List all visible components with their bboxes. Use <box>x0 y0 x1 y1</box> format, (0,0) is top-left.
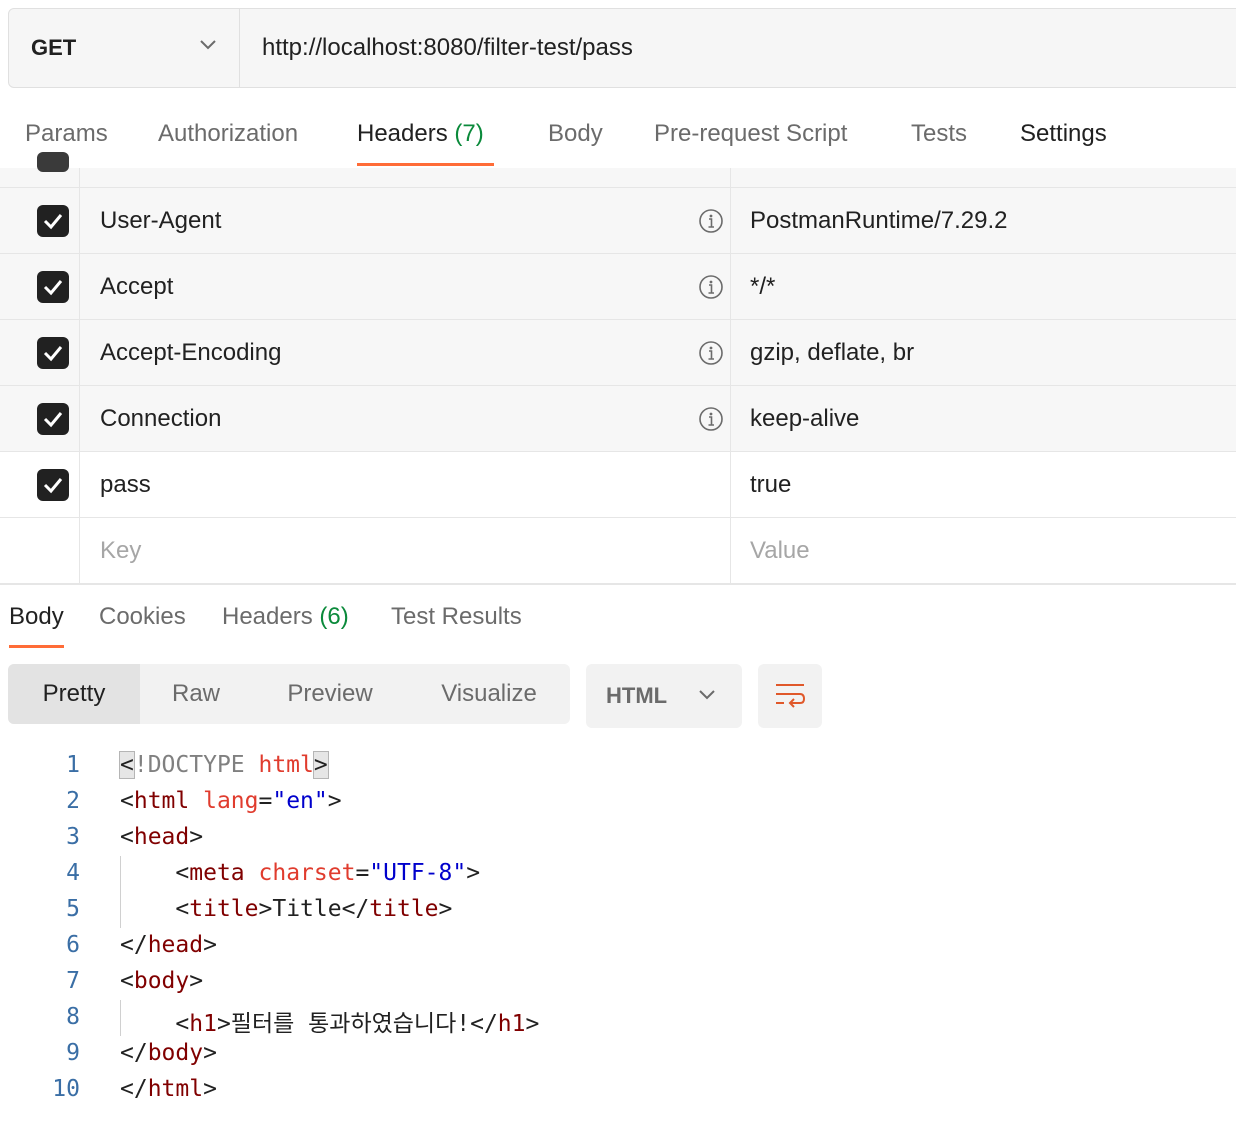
view-visualize[interactable]: Visualize <box>420 664 558 724</box>
code-line: 4 <meta charset="UTF-8"> <box>0 856 1236 892</box>
tab-body[interactable]: Body <box>548 120 603 148</box>
tab-response-headers[interactable]: Headers (6) <box>222 603 349 631</box>
header-key[interactable]: Accept-Encoding <box>100 320 281 385</box>
code-line: 6 </head> <box>0 928 1236 964</box>
header-enabled-checkbox[interactable] <box>37 469 69 501</box>
code-text: <h1>필터를 통과하였습니다!</h1> <box>120 1011 540 1037</box>
checkmark-icon <box>43 214 63 230</box>
code-text: <meta charset="UTF-8"> <box>120 860 481 886</box>
tab-response-body[interactable]: Body <box>9 603 64 648</box>
tab-headers-label: Headers <box>357 120 448 147</box>
table-row: Accept */* <box>0 254 1236 320</box>
header-key[interactable]: User-Agent <box>100 188 221 253</box>
line-number: 7 <box>66 968 80 994</box>
code-line: 2 <html lang="en"> <box>0 784 1236 820</box>
code-line: 9 </body> <box>0 1036 1236 1072</box>
new-key-input[interactable]: Key <box>100 518 141 583</box>
code-text: <html lang="en"> <box>120 788 342 814</box>
view-mode-switch: Pretty Raw Preview Visualize <box>8 664 570 724</box>
table-row: Connection keep-alive <box>0 386 1236 452</box>
code-text: <head> <box>120 824 204 850</box>
request-tabs: Params Authorization Headers (7) Body Pr… <box>0 108 1236 168</box>
table-row <box>0 152 1236 188</box>
tab-tests[interactable]: Tests <box>911 120 967 148</box>
info-icon[interactable] <box>698 274 724 300</box>
code-text: </html> <box>120 1076 217 1102</box>
request-url-bar: GET http://localhost:8080/filter-test/pa… <box>8 8 1236 88</box>
code-text: </body> <box>120 1040 217 1066</box>
code-text: <!DOCTYPE html> <box>119 751 329 779</box>
checkbox[interactable] <box>37 152 69 172</box>
code-line: 7 <body> <box>0 964 1236 1000</box>
line-number: 9 <box>66 1040 80 1066</box>
code-line: 8 <h1>필터를 통과하였습니다!</h1> <box>0 1000 1236 1037</box>
line-number: 5 <box>66 896 80 922</box>
code-line: 3 <head> <box>0 820 1236 856</box>
header-key[interactable]: Connection <box>100 386 221 451</box>
header-value[interactable]: */* <box>750 254 775 319</box>
code-text: <body> <box>120 968 204 994</box>
active-tab-indicator <box>357 163 494 166</box>
view-preview[interactable]: Preview <box>264 664 396 724</box>
header-value[interactable]: gzip, deflate, br <box>750 320 914 385</box>
response-tabs: Body Cookies Headers (6) Test Results <box>0 584 1236 655</box>
indent-guide <box>120 1000 121 1036</box>
url-input[interactable]: http://localhost:8080/filter-test/pass <box>240 9 633 87</box>
tab-authorization[interactable]: Authorization <box>158 120 298 148</box>
code-line: 1 <!DOCTYPE html> <box>0 748 1236 784</box>
code-text: </head> <box>120 932 217 958</box>
line-number: 2 <box>66 788 80 814</box>
line-number: 3 <box>66 824 80 850</box>
info-icon[interactable] <box>698 406 724 432</box>
checkmark-icon <box>43 478 63 494</box>
language-label: HTML <box>606 683 668 708</box>
line-number: 10 <box>52 1076 80 1102</box>
chevron-down-icon <box>200 40 216 50</box>
header-key[interactable]: Accept <box>100 254 173 319</box>
method-label: GET <box>31 35 77 60</box>
tab-headers-count: (7) <box>454 120 484 147</box>
header-value[interactable]: true <box>750 452 791 517</box>
header-enabled-checkbox[interactable] <box>37 271 69 303</box>
info-icon[interactable] <box>698 340 724 366</box>
checkmark-icon <box>43 412 63 428</box>
header-value[interactable]: PostmanRuntime/7.29.2 <box>750 188 1007 253</box>
checkmark-icon <box>43 346 63 362</box>
tab-test-results[interactable]: Test Results <box>391 603 522 631</box>
wrap-lines-icon <box>776 684 806 708</box>
tab-headers[interactable]: Headers (7) <box>357 120 494 166</box>
view-pretty[interactable]: Pretty <box>8 664 140 724</box>
code-line: 10 </html> <box>0 1072 1236 1108</box>
info-icon[interactable] <box>698 208 724 234</box>
chevron-down-icon <box>699 690 715 700</box>
tab-response-cookies[interactable]: Cookies <box>99 603 186 631</box>
wrap-lines-button[interactable] <box>758 664 822 728</box>
tab-settings[interactable]: Settings <box>1020 120 1107 148</box>
tab-params[interactable]: Params <box>25 120 108 148</box>
line-number: 6 <box>66 932 80 958</box>
table-row: User-Agent PostmanRuntime/7.29.2 <box>0 188 1236 254</box>
header-value[interactable]: keep-alive <box>750 386 859 451</box>
header-enabled-checkbox[interactable] <box>37 337 69 369</box>
header-key[interactable]: pass <box>100 452 151 517</box>
header-enabled-checkbox[interactable] <box>37 205 69 237</box>
new-value-input[interactable]: Value <box>750 518 810 583</box>
header-enabled-checkbox[interactable] <box>37 403 69 435</box>
table-row: Accept-Encoding gzip, deflate, br <box>0 320 1236 386</box>
tab-pre-request-script[interactable]: Pre-request Script <box>654 120 847 148</box>
checkmark-icon <box>43 280 63 296</box>
line-number: 4 <box>66 860 80 886</box>
code-line: 5 <title>Title</title> <box>0 892 1236 928</box>
line-number: 8 <box>66 1004 80 1030</box>
new-header-row: Key Value <box>0 518 1236 584</box>
method-select[interactable]: GET <box>9 9 240 87</box>
line-number: 1 <box>66 752 80 778</box>
active-tab-indicator <box>9 645 64 648</box>
view-raw[interactable]: Raw <box>148 664 244 724</box>
code-text: <title>Title</title> <box>120 896 453 922</box>
table-row: pass true <box>0 452 1236 518</box>
indent-guide <box>120 856 121 928</box>
language-select[interactable]: HTML <box>586 664 742 728</box>
